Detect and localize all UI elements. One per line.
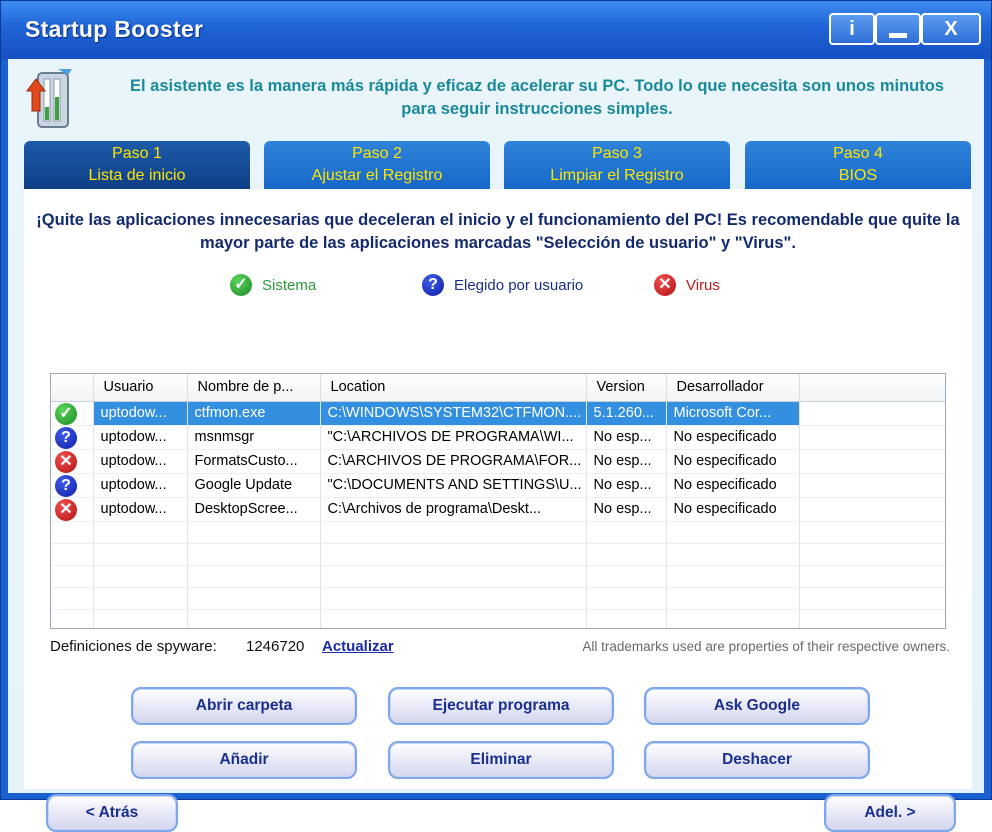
cell-name: msnmsgr	[187, 425, 321, 450]
close-button[interactable]: X	[921, 13, 981, 45]
step-panel: ¡Quite las aplicaciones innecesarias que…	[24, 189, 972, 832]
column-header-version[interactable]: Version	[586, 374, 667, 402]
empty-row	[51, 565, 945, 588]
empty-row	[51, 521, 945, 544]
tab-name-label: Limpiar el Registro	[550, 167, 684, 184]
question-icon: ?	[422, 274, 444, 296]
tab-step-label: Paso 2	[352, 145, 402, 162]
tab-step-label: Paso 4	[833, 145, 883, 162]
tab-name-label: Lista de inicio	[88, 167, 186, 184]
header-description: El asistente es la manera más rápida y e…	[130, 77, 944, 118]
check-icon: ✓	[55, 402, 77, 424]
cell-developer: Microsoft Cor...	[666, 401, 800, 426]
cross-icon: ✕	[55, 498, 77, 520]
table-header-row: Usuario Nombre de p... Location Version …	[51, 374, 945, 402]
cell-version: No esp...	[586, 425, 667, 450]
empty-row	[51, 609, 945, 628]
cell-version: No esp...	[586, 473, 667, 498]
cell-developer: No especificado	[666, 497, 800, 522]
startup-booster-logo-icon	[26, 69, 72, 128]
title-bar[interactable]: Startup Booster i X	[1, 1, 991, 59]
open-folder-button[interactable]: Abrir carpeta	[131, 687, 357, 725]
cell-developer: No especificado	[666, 449, 800, 474]
column-header-usuario[interactable]: Usuario	[93, 374, 188, 402]
cell-user: uptodow...	[93, 473, 188, 498]
cell-name: Google Update	[187, 473, 321, 498]
add-button[interactable]: Añadir	[131, 741, 357, 779]
cross-icon: ✕	[55, 450, 77, 472]
question-icon: ?	[55, 426, 77, 448]
update-link[interactable]: Actualizar	[322, 638, 394, 655]
undo-button[interactable]: Deshacer	[644, 741, 870, 779]
close-icon: X	[944, 17, 958, 40]
info-button[interactable]: i	[829, 13, 875, 45]
cell-version: 5.1.260...	[586, 401, 667, 426]
cell-version: No esp...	[586, 449, 667, 474]
minimize-button[interactable]	[875, 13, 921, 45]
tab-step-label: Paso 1	[112, 145, 162, 162]
tab-step-label: Paso 3	[592, 145, 642, 162]
instructions-text: ¡Quite las aplicaciones innecesarias que…	[36, 211, 960, 252]
table-row[interactable]: ? uptodow... msnmsgr "C:\ARCHIVOS DE PRO…	[51, 425, 945, 450]
startup-items-table[interactable]: Usuario Nombre de p... Location Version …	[50, 373, 946, 629]
legend-user: ? Elegido por usuario	[422, 273, 583, 297]
cell-developer: No especificado	[666, 425, 800, 450]
cell-location: "C:\ARCHIVOS DE PROGRAMA\WI...	[320, 425, 587, 450]
empty-row	[51, 543, 945, 566]
tab-limpiar-el-registro[interactable]: Paso 3 Limpiar el Registro	[504, 141, 730, 189]
info-icon: i	[849, 17, 855, 40]
table-row[interactable]: ✕ uptodow... FormatsCusto... C:\ARCHIVOS…	[51, 449, 945, 474]
cross-icon: ✕	[654, 274, 676, 296]
cell-user: uptodow...	[93, 425, 188, 450]
check-icon: ✓	[230, 274, 252, 296]
cell-name: DesktopScree...	[187, 497, 321, 522]
column-header-location[interactable]: Location	[320, 374, 587, 402]
tab-name-label: Ajustar el Registro	[311, 167, 443, 184]
legend-system: ✓ Sistema	[230, 273, 316, 297]
tab-bios[interactable]: Paso 4 BIOS	[745, 141, 971, 189]
main-content: El asistente es la manera más rápida y e…	[8, 59, 984, 832]
tab-name-label: BIOS	[838, 167, 878, 184]
column-header-nombre[interactable]: Nombre de p...	[187, 374, 321, 402]
cell-location: C:\ARCHIVOS DE PROGRAMA\FOR...	[320, 449, 587, 474]
legend-virus-label: Virus	[686, 276, 720, 294]
empty-row	[51, 587, 945, 610]
run-program-button[interactable]: Ejecutar programa	[388, 687, 614, 725]
spyware-definitions-label: Definiciones de spyware:	[50, 638, 217, 655]
cell-user: uptodow...	[93, 497, 188, 522]
wizard-tabs: Paso 1 Lista de inicio Paso 2 Ajustar el…	[24, 141, 972, 189]
cell-name: FormatsCusto...	[187, 449, 321, 474]
table-row[interactable]: ✕ uptodow... DesktopScree... C:\Archivos…	[51, 497, 945, 522]
table-row[interactable]: ? uptodow... Google Update "C:\DOCUMENTS…	[51, 473, 945, 498]
spyware-definitions-count: 1246720	[246, 638, 305, 655]
cell-user: uptodow...	[93, 449, 188, 474]
legend-system-label: Sistema	[262, 276, 317, 294]
cell-location: "C:\DOCUMENTS AND SETTINGS\U...	[320, 473, 587, 498]
tab-lista-de-inicio[interactable]: Paso 1 Lista de inicio	[24, 141, 250, 189]
cell-version: No esp...	[586, 497, 667, 522]
cell-name: ctfmon.exe	[187, 401, 321, 426]
column-header-status[interactable]	[51, 374, 94, 402]
cell-developer: No especificado	[666, 473, 800, 498]
minimize-icon	[889, 32, 907, 38]
app-window: Startup Booster i X El asistente es la m…	[0, 0, 992, 832]
cell-user: uptodow...	[93, 401, 188, 426]
legend-virus: ✕ Virus	[654, 273, 720, 297]
column-header-filler	[799, 374, 945, 402]
ask-google-button[interactable]: Ask Google	[644, 687, 870, 725]
cell-location: C:\WINDOWS\SYSTEM32\CTFMON....	[320, 401, 587, 426]
question-icon: ?	[55, 474, 77, 496]
column-header-desarrollador[interactable]: Desarrollador	[666, 374, 800, 402]
tab-ajustar-el-registro[interactable]: Paso 2 Ajustar el Registro	[264, 141, 490, 189]
legend-user-label: Elegido por usuario	[454, 276, 584, 294]
delete-button[interactable]: Eliminar	[388, 741, 614, 779]
window-title: Startup Booster	[25, 16, 204, 42]
trademark-notice: All trademarks used are properties of th…	[582, 639, 950, 654]
cell-location: C:\Archivos de programa\Deskt...	[320, 497, 587, 522]
table-row[interactable]: ✓ uptodow... ctfmon.exe C:\WINDOWS\SYSTE…	[51, 401, 945, 426]
